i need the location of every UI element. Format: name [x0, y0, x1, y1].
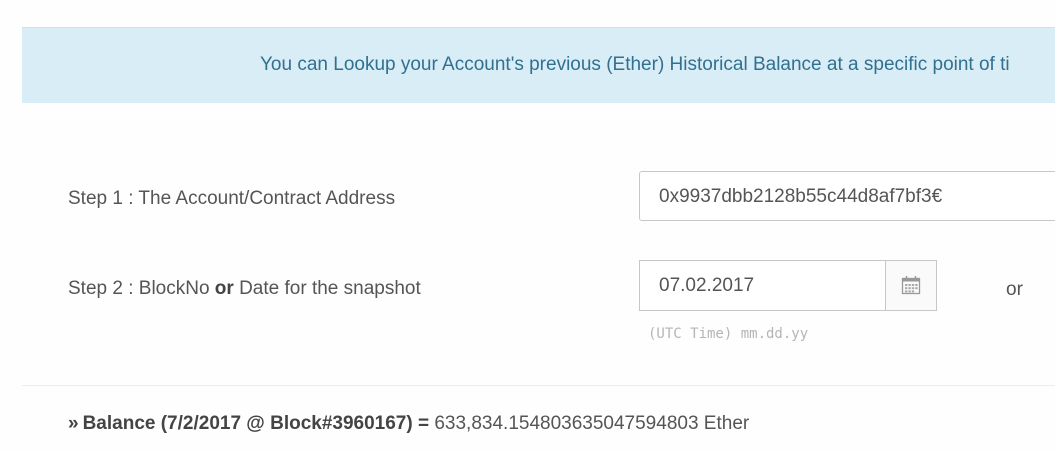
info-alert-text: You can Lookup your Account's previous (…: [260, 54, 1010, 75]
calendar-icon: [901, 276, 921, 295]
chevron-right-icon: »: [68, 413, 79, 434]
step2-label: Step 2 : BlockNo or Date for the snapsho…: [68, 278, 421, 300]
balance-result: » Balance (7/2/2017 @ Block#3960167) = 63…: [68, 413, 749, 435]
step2-label-prefix: Step 2 : BlockNo: [68, 278, 215, 299]
step1-label: Step 1 : The Account/Contract Address: [68, 188, 396, 209]
date-input[interactable]: 07.02.2017: [659, 275, 754, 297]
calendar-button[interactable]: [885, 261, 936, 310]
date-input-group: 07.02.2017: [639, 260, 937, 311]
or-separator: or: [1006, 279, 1023, 300]
divider: [22, 385, 1055, 386]
date-format-hint: (UTC Time) mm.dd.yy: [648, 326, 809, 342]
address-input[interactable]: 0x9937dbb2128b55c44d8af7bf3€: [639, 171, 1055, 221]
address-redaction-blur: [982, 182, 1055, 212]
step2-label-suffix: Date for the snapshot: [233, 278, 421, 299]
step2-label-or: or: [214, 278, 234, 299]
balance-label: Balance (7/2/2017 @ Block#3960167) =: [82, 413, 430, 434]
balance-value: 633,834.154803635047594803 Ether: [429, 413, 750, 434]
address-input-value[interactable]: 0x9937dbb2128b55c44d8af7bf3€: [659, 186, 942, 208]
info-alert: You can Lookup your Account's previous (…: [22, 27, 1055, 103]
